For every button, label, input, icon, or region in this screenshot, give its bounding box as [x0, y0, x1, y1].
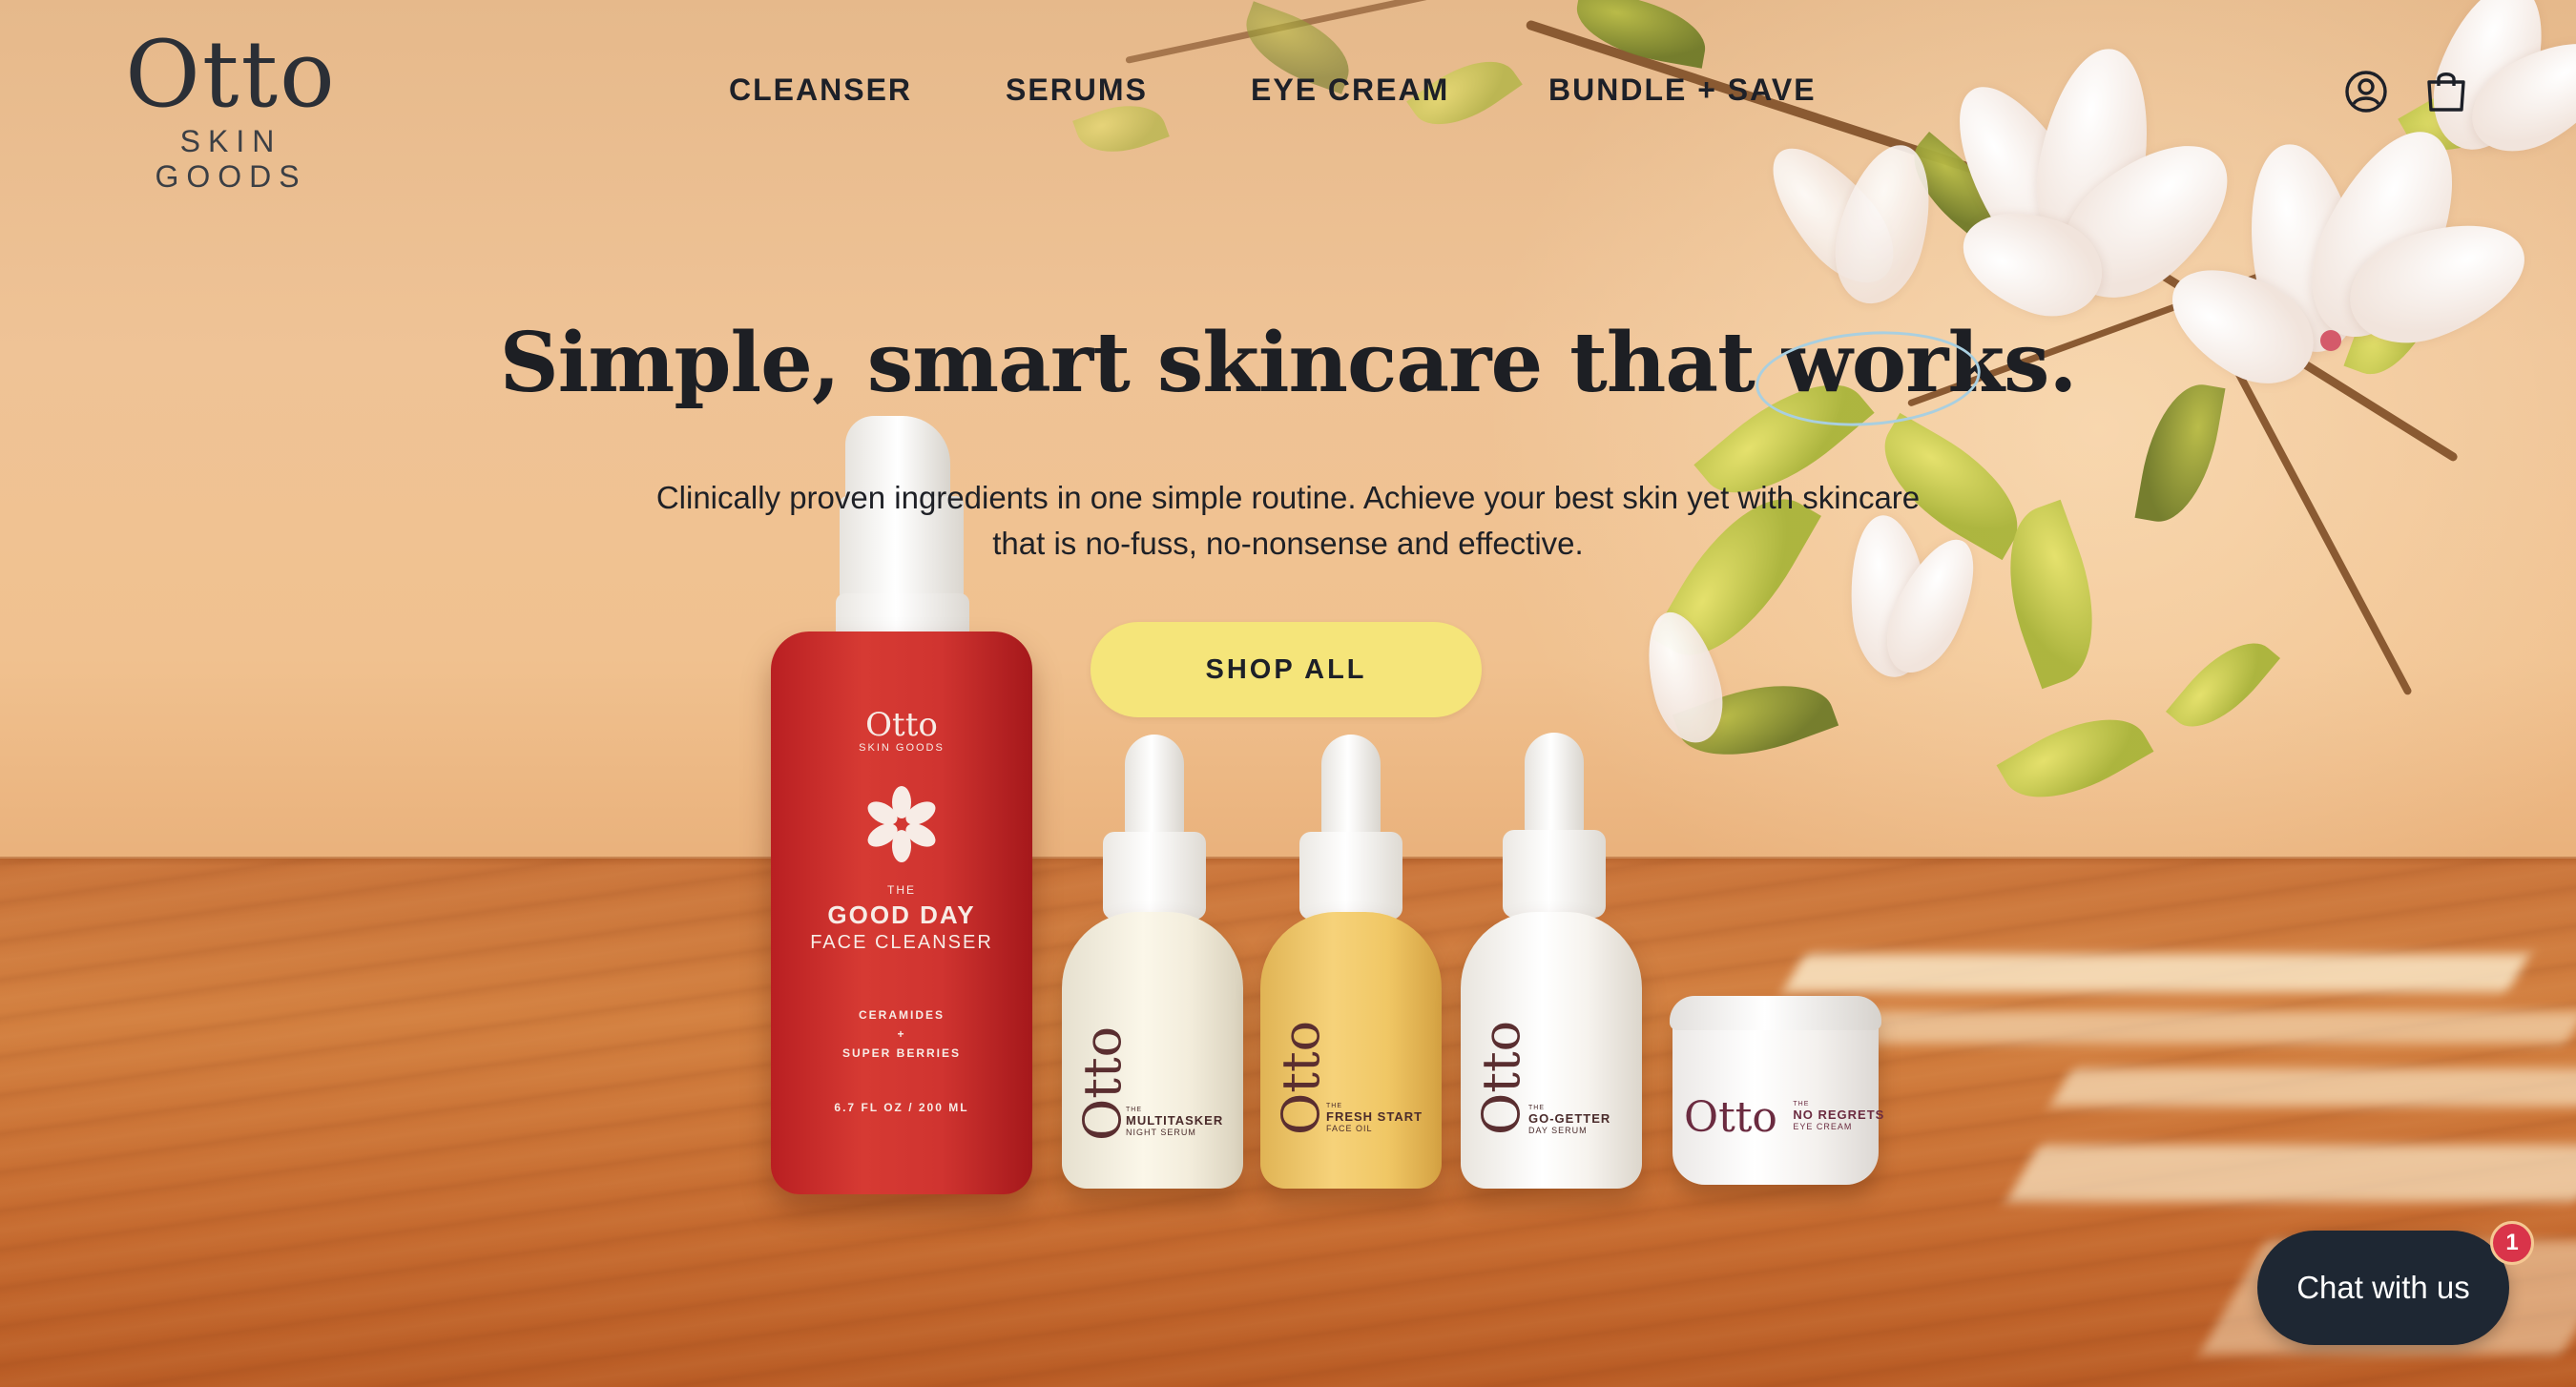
nav-item-cleanser[interactable]: CLEANSER — [729, 72, 912, 108]
brand-logo-subtitle: SKIN GOODS — [155, 124, 307, 194]
nav-item-eye-cream[interactable]: EYE CREAM — [1251, 72, 1449, 108]
main-navigation: CLEANSER SERUMS EYE CREAM BUNDLE + SAVE — [0, 72, 2576, 114]
flower-emblem-icon — [863, 786, 940, 862]
chat-with-us-button[interactable]: Chat with us — [2257, 1231, 2509, 1345]
hero-headline-highlight: works — [1752, 315, 2049, 434]
sunlight-patch — [1782, 954, 2530, 992]
hero-headline-main: Simple, smart skincare that — [499, 315, 1782, 411]
cleanser-label: Otto SKIN GOODS THE GOOD DAY FACE CLEANS… — [810, 706, 993, 1114]
shop-all-button[interactable]: SHOP ALL — [1091, 622, 1482, 717]
nav-item-serums[interactable]: SERUMS — [1006, 72, 1148, 108]
shopping-bag-icon[interactable] — [2423, 69, 2469, 114]
nav-item-bundle-save[interactable]: BUNDLE + SAVE — [1548, 72, 1817, 108]
hero-subheadline: Clinically proven ingredients in one sim… — [655, 480, 1921, 561]
hero-headline: Simple, smart skincare that works. — [0, 315, 2576, 434]
chat-notification-badge[interactable]: 1 — [2490, 1221, 2534, 1265]
account-icon[interactable] — [2343, 69, 2389, 114]
